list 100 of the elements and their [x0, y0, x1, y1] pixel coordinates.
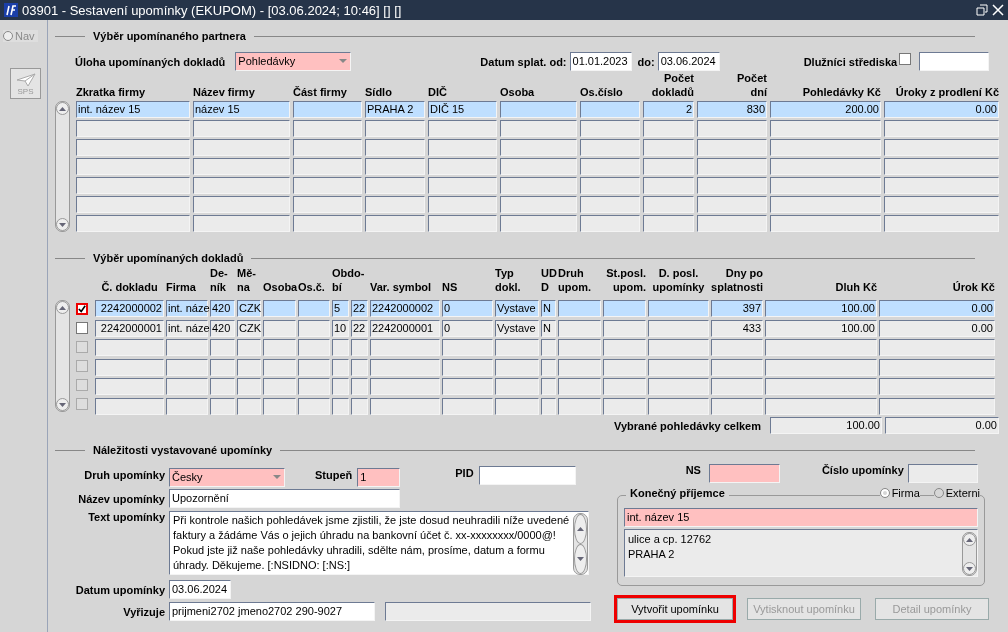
- table-cell[interactable]: [495, 378, 539, 395]
- table-cell[interactable]: [76, 120, 190, 137]
- table-cell[interactable]: [603, 397, 646, 415]
- table-cell[interactable]: [76, 215, 190, 232]
- table-cell[interactable]: [541, 339, 556, 356]
- table-cell[interactable]: [428, 196, 497, 213]
- table-cell[interactable]: [697, 139, 767, 156]
- table-cell[interactable]: 420: [210, 300, 235, 317]
- table-cell[interactable]: 0.00: [884, 101, 999, 118]
- reminder-type-dropdown[interactable]: Česky: [169, 468, 285, 487]
- table-cell[interactable]: 2242000002: [370, 300, 440, 317]
- table-cell[interactable]: [210, 397, 235, 415]
- table-cell[interactable]: [193, 120, 290, 137]
- table-cell[interactable]: [428, 139, 497, 156]
- table-cell[interactable]: [365, 196, 425, 213]
- table-cell[interactable]: [365, 120, 425, 137]
- table-cell[interactable]: [541, 358, 556, 376]
- table-cell[interactable]: [193, 158, 290, 175]
- table-cell[interactable]: [603, 339, 646, 356]
- table-cell[interactable]: int. náze: [166, 300, 208, 317]
- scrollbar[interactable]: [55, 300, 70, 412]
- table-cell[interactable]: [237, 358, 261, 376]
- table-cell[interactable]: [76, 177, 190, 194]
- table-cell[interactable]: [643, 177, 694, 194]
- table-cell[interactable]: [166, 397, 208, 415]
- table-cell[interactable]: [697, 120, 767, 137]
- table-cell[interactable]: [442, 339, 493, 356]
- table-cell[interactable]: [770, 196, 881, 213]
- scrollbar[interactable]: [573, 513, 588, 575]
- table-cell[interactable]: [428, 177, 497, 194]
- table-cell[interactable]: [442, 358, 493, 376]
- table-cell[interactable]: [210, 339, 235, 356]
- table-cell[interactable]: [293, 177, 362, 194]
- table-cell[interactable]: [580, 177, 640, 194]
- table-cell[interactable]: [648, 378, 709, 395]
- table-cell[interactable]: [332, 339, 349, 356]
- pid-field[interactable]: [478, 466, 576, 485]
- level-field[interactable]: 1: [357, 468, 401, 487]
- table-cell[interactable]: [298, 300, 330, 317]
- table-cell[interactable]: 0: [442, 319, 493, 337]
- table-cell[interactable]: [193, 215, 290, 232]
- table-cell[interactable]: [884, 120, 999, 137]
- table-cell[interactable]: int. náze: [166, 319, 208, 337]
- table-cell[interactable]: 10: [332, 319, 349, 337]
- table-cell[interactable]: [884, 177, 999, 194]
- table-cell[interactable]: [558, 339, 601, 356]
- table-cell[interactable]: [442, 378, 493, 395]
- table-cell[interactable]: [495, 339, 539, 356]
- table-cell[interactable]: [580, 101, 640, 118]
- table-cell[interactable]: [193, 177, 290, 194]
- table-cell[interactable]: [428, 120, 497, 137]
- action-button[interactable]: Vytvořit upomínku: [617, 598, 733, 620]
- table-cell[interactable]: [558, 300, 601, 317]
- table-cell[interactable]: [193, 196, 290, 213]
- debtors-center-field[interactable]: [919, 52, 990, 71]
- table-cell[interactable]: [500, 101, 577, 118]
- table-cell[interactable]: [711, 397, 763, 415]
- table-cell[interactable]: [332, 378, 349, 395]
- table-cell[interactable]: [580, 196, 640, 213]
- table-cell[interactable]: [648, 397, 709, 415]
- restore-icon[interactable]: [976, 4, 988, 16]
- table-cell[interactable]: [298, 339, 330, 356]
- table-cell[interactable]: DIČ 15: [428, 101, 497, 118]
- table-cell[interactable]: [580, 215, 640, 232]
- table-cell[interactable]: int. název 15: [76, 101, 190, 118]
- table-cell[interactable]: [370, 339, 440, 356]
- table-cell[interactable]: [351, 378, 368, 395]
- table-cell[interactable]: 5: [332, 300, 349, 317]
- table-cell[interactable]: [263, 300, 296, 317]
- table-cell[interactable]: Vystave: [495, 319, 539, 337]
- table-cell[interactable]: [365, 215, 425, 232]
- reminder-name-field[interactable]: Upozornění: [169, 489, 400, 508]
- table-cell[interactable]: 830: [697, 101, 767, 118]
- table-cell[interactable]: 2242000002: [95, 300, 164, 317]
- table-cell[interactable]: [210, 358, 235, 376]
- table-cell[interactable]: 0.00: [879, 319, 995, 337]
- table-cell[interactable]: [884, 139, 999, 156]
- table-cell[interactable]: [603, 358, 646, 376]
- table-cell[interactable]: [711, 358, 763, 376]
- table-cell[interactable]: [293, 215, 362, 232]
- table-cell[interactable]: [293, 158, 362, 175]
- table-cell[interactable]: [263, 339, 296, 356]
- table-cell[interactable]: [770, 177, 881, 194]
- table-cell[interactable]: [237, 397, 261, 415]
- table-cell[interactable]: [263, 358, 296, 376]
- table-cell[interactable]: [332, 397, 349, 415]
- table-cell[interactable]: [370, 397, 440, 415]
- table-cell[interactable]: [263, 319, 296, 337]
- table-cell[interactable]: [884, 215, 999, 232]
- row-checkbox[interactable]: [76, 322, 88, 334]
- table-cell[interactable]: [365, 139, 425, 156]
- table-cell[interactable]: [879, 378, 995, 395]
- table-cell[interactable]: [541, 378, 556, 395]
- table-cell[interactable]: [643, 120, 694, 137]
- table-cell[interactable]: [76, 139, 190, 156]
- table-cell[interactable]: [428, 215, 497, 232]
- table-cell[interactable]: [884, 158, 999, 175]
- table-cell[interactable]: [648, 300, 709, 317]
- table-cell[interactable]: [580, 139, 640, 156]
- task-dropdown[interactable]: Pohledávky: [235, 52, 352, 71]
